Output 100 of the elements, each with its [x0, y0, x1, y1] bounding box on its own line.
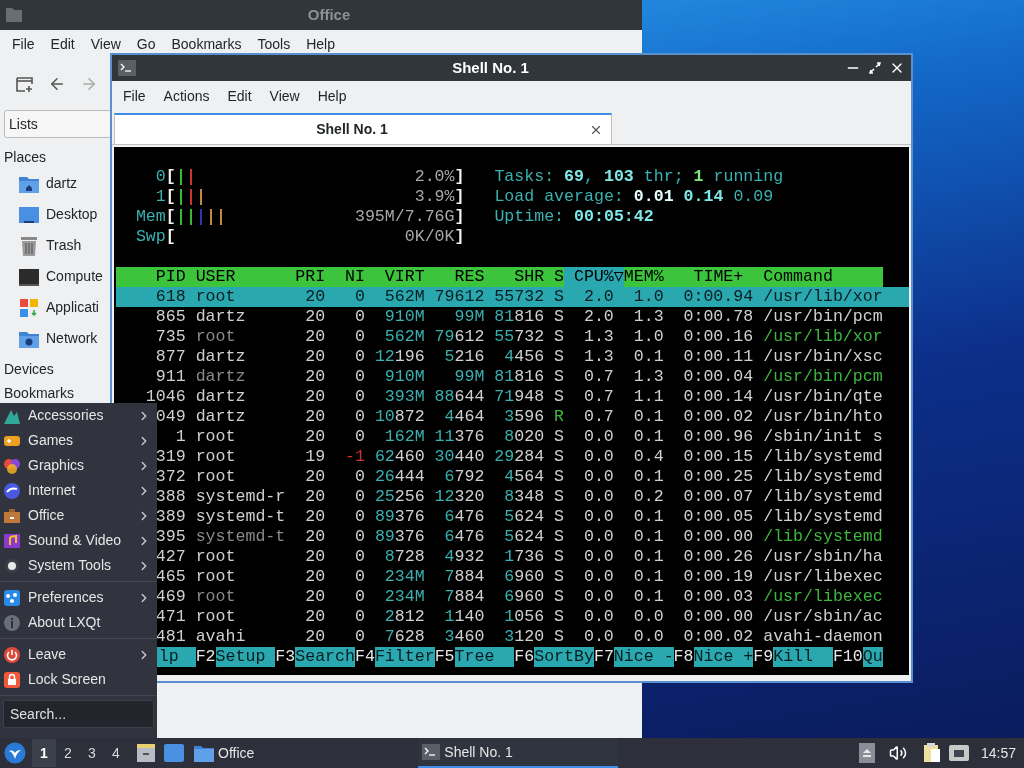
process-row[interactable]: 877 dartz 20 0 12196 5216 4456 S 1.3 0.1 0:00.11 /usr/bin/xsc: [116, 347, 909, 367]
menu-item[interactable]: Games: [0, 428, 157, 453]
menu-item[interactable]: Go: [128, 33, 164, 55]
menu-item[interactable]: File: [114, 85, 155, 107]
menu-item[interactable]: View: [82, 33, 129, 55]
menu-item[interactable]: Help: [298, 33, 343, 55]
process-row[interactable]: 618 root 20 0 562M 79612 55732 S 2.0 1.0 0:00.94 /usr/lib/xor: [116, 287, 909, 307]
back-icon[interactable]: [48, 75, 66, 93]
menu-item[interactable]: Preferences: [0, 585, 157, 610]
process-row[interactable]: 911 dartz 20 0 910M 99M 81816 S 0.7 1.3 0:00.04 /usr/bin/pcm: [116, 367, 909, 387]
table-cell-text: 0.1: [632, 527, 664, 547]
search-field[interactable]: Search...: [3, 700, 154, 728]
function-label[interactable]: Qu: [862, 647, 883, 667]
new-tab-icon[interactable]: [16, 75, 34, 93]
summary-line: Tasks: 69, 103 thr; 1 running: [494, 167, 784, 187]
column-header[interactable]: CPU%▽: [564, 267, 624, 287]
menu-item[interactable]: Lock Screen: [0, 667, 157, 692]
column-header[interactable]: VIRT: [364, 267, 425, 287]
clock[interactable]: 14:57: [980, 742, 1016, 764]
menu-item[interactable]: About LXQt: [0, 610, 157, 635]
function-key[interactable]: F9: [753, 647, 774, 667]
restore-icon[interactable]: [867, 60, 883, 76]
task-button[interactable]: Shell No. 1: [418, 738, 619, 768]
table-cell-text: S: [553, 487, 565, 507]
function-key[interactable]: F2: [195, 647, 216, 667]
function-label[interactable]: Nice +: [693, 647, 754, 667]
table-cell-text: 0:00.96: [682, 427, 754, 447]
desktop-switch[interactable]: 4: [104, 739, 128, 767]
table-cell-text: systemd-t: [194, 527, 286, 547]
meter-value: 395M/7.76G: [354, 207, 455, 227]
sidebar-item[interactable]: Desktop: [4, 199, 112, 230]
view-mode-combobox[interactable]: Lists: [4, 110, 112, 138]
table-cell-text: 0.0: [582, 547, 615, 567]
function-key[interactable]: F3: [275, 647, 296, 667]
table-cell-text: root: [194, 567, 237, 587]
menu-item[interactable]: Actions: [154, 85, 219, 107]
start-menu-icon[interactable]: [4, 742, 26, 764]
table-cell-text: 0.1: [632, 467, 664, 487]
table-cell-text: S: [553, 347, 565, 367]
column-header[interactable]: S: [544, 267, 565, 287]
process-row[interactable]: 865 dartz 20 0 910M 99M 81816 S 2.0 1.3 0:00.78 /usr/bin/pcm: [116, 307, 909, 327]
function-label[interactable]: Search: [295, 647, 355, 667]
eject-icon[interactable]: [858, 743, 875, 763]
column-header[interactable]: PID: [116, 267, 186, 287]
menu-item[interactable]: System Tools: [0, 553, 157, 578]
function-label[interactable]: Filter: [374, 647, 435, 667]
menu-item[interactable]: File: [4, 33, 43, 55]
function-label[interactable]: SortBy: [534, 647, 594, 667]
desktop-switch[interactable]: 2: [56, 739, 80, 767]
column-header[interactable]: USER: [185, 267, 286, 287]
table-cell: 427: [155, 547, 186, 567]
menu-item[interactable]: Sound & Video: [0, 528, 157, 553]
sidebar-item[interactable]: Applicati: [4, 292, 112, 323]
menu-item[interactable]: Edit: [218, 85, 261, 107]
meter-value: 3.9%: [414, 187, 455, 207]
desktop-switch[interactable]: 1: [32, 739, 56, 767]
table-cell-text: 2.0: [582, 287, 615, 307]
column-header[interactable]: SHR: [484, 267, 545, 287]
sidebar-item[interactable]: Trash: [4, 230, 112, 261]
menu-item[interactable]: Tools: [249, 33, 299, 55]
function-label[interactable]: Tree: [454, 647, 515, 667]
column-header[interactable]: RES: [424, 267, 485, 287]
column-header[interactable]: Command: [753, 267, 883, 287]
column-header[interactable]: NI: [325, 267, 365, 287]
sidebar-item[interactable]: dartz: [4, 168, 112, 199]
task-button[interactable]: Office: [190, 738, 259, 768]
menu-item[interactable]: Graphics: [0, 453, 157, 478]
volume-icon[interactable]: [888, 744, 907, 762]
process-row[interactable]: 735 root 20 0 562M 79612 55732 S 1.3 1.0 0:00.16 /usr/lib/xor: [116, 327, 909, 347]
menu-item[interactable]: Leave: [0, 642, 157, 667]
column-header[interactable]: PRI: [285, 267, 326, 287]
file-cabinet-icon[interactable]: [136, 743, 156, 763]
sidebar-item[interactable]: Compute: [4, 261, 112, 292]
table-cell-text: 1.3: [582, 347, 615, 367]
table-cell: 735: [155, 327, 186, 347]
menu-item[interactable]: View: [260, 85, 309, 107]
function-key[interactable]: F8: [673, 647, 694, 667]
function-label[interactable]: Nice -: [613, 647, 674, 667]
desktop-switch[interactable]: 3: [80, 739, 104, 767]
table-cell-text: 162M: [383, 427, 425, 447]
function-label[interactable]: Setup: [215, 647, 276, 667]
table-cell-text: 393M: [383, 387, 425, 407]
graphics-icon: [3, 456, 21, 475]
menu-item[interactable]: Help: [308, 85, 356, 107]
table-cell-text: systemd-t: [194, 507, 286, 527]
function-key[interactable]: F4: [354, 647, 375, 667]
function-key[interactable]: F5: [434, 647, 455, 667]
table-cell: 049: [155, 407, 186, 427]
clipboard-icon[interactable]: [922, 743, 941, 763]
function-label[interactable]: Kill: [773, 647, 833, 667]
network-icon[interactable]: [948, 744, 969, 762]
menu-item[interactable]: Office: [0, 503, 157, 528]
column-header[interactable]: TIME+: [663, 267, 754, 287]
menu-item[interactable]: Internet: [0, 478, 157, 503]
function-key[interactable]: F10: [832, 647, 863, 667]
function-key[interactable]: F6: [514, 647, 535, 667]
terminal-tab[interactable]: Shell No. 1: [114, 113, 612, 144]
sidebar-item[interactable]: Network: [4, 323, 112, 354]
menu-item[interactable]: Edit: [42, 33, 83, 55]
menu-item[interactable]: Bookmarks: [163, 33, 250, 55]
